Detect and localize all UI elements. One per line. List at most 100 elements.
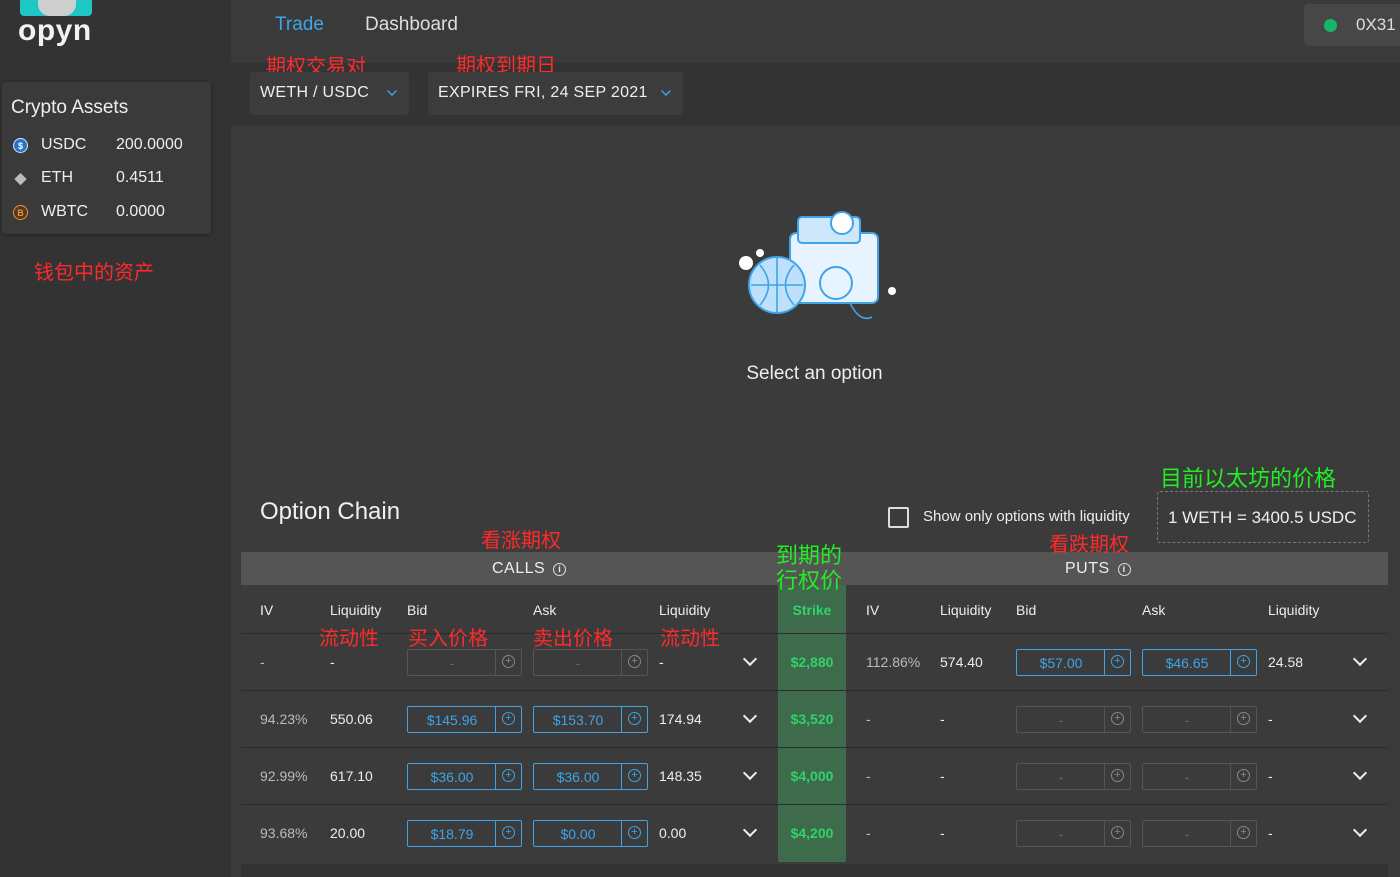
- option-row: 92.99% 617.10 $36.00 + $36.00 +148.35 $4,000- -…: [241, 747, 1388, 804]
- option-chain-title: Option Chain: [260, 498, 401, 525]
- plus-circle-icon: +: [1237, 655, 1250, 668]
- add-to-order-button[interactable]: +: [621, 707, 647, 732]
- put-ask-button-value: -: [1184, 826, 1190, 842]
- opyn-logo[interactable]: opyn: [16, 0, 96, 52]
- add-to-order-button[interactable]: +: [495, 650, 521, 675]
- add-to-order-button[interactable]: +: [621, 821, 647, 846]
- add-to-order-button[interactable]: +: [1230, 707, 1256, 732]
- nav-trade[interactable]: Trade: [275, 14, 324, 36]
- calls-label: CALLS: [492, 560, 546, 577]
- option-chain: Option Chain Show only options with liqu…: [241, 483, 1388, 864]
- call-bid-button-value: $36.00: [430, 769, 474, 785]
- add-to-order-button[interactable]: +: [1230, 764, 1256, 789]
- pair-select[interactable]: WETH / USDC: [250, 72, 409, 115]
- put-ask-button-value: -: [1184, 712, 1190, 728]
- plus-circle-icon: +: [1111, 712, 1124, 725]
- call-bid-button[interactable]: $145.96 +: [407, 706, 522, 733]
- logo-text: opyn: [18, 14, 92, 47]
- add-to-order-button[interactable]: +: [1104, 764, 1130, 789]
- select-option-message: Select an option: [746, 363, 883, 384]
- header-call-liquidity-2: Liquidity: [659, 602, 711, 618]
- call-iv: 92.99%: [260, 768, 308, 784]
- plus-circle-icon: +: [1237, 826, 1250, 839]
- plus-circle-icon: +: [628, 655, 641, 668]
- chevron-down-icon[interactable]: [1352, 708, 1368, 724]
- liquidity-filter-label[interactable]: Show only options with liquidity: [923, 508, 1130, 525]
- call-bid-button-value: -: [449, 655, 455, 671]
- wallet-address: 0X31: [1356, 15, 1396, 34]
- puts-label: PUTS: [1065, 560, 1110, 577]
- chevron-down-icon[interactable]: [742, 765, 758, 781]
- plus-circle-icon: +: [502, 826, 515, 839]
- bottom-strip: [241, 864, 1388, 877]
- put-liquidity: -: [940, 768, 945, 784]
- call-bid-button[interactable]: $36.00 +: [407, 763, 522, 790]
- header-put-ask: Ask: [1142, 602, 1166, 618]
- call-ask-button[interactable]: $0.00 +: [533, 820, 648, 847]
- call-ask-button[interactable]: - +: [533, 649, 648, 676]
- header-call-bid: Bid: [407, 602, 428, 618]
- annotation-liquidity-2: 流动性: [660, 628, 720, 650]
- header-call-ask: Ask: [533, 602, 557, 618]
- put-bid-button[interactable]: - +: [1016, 820, 1131, 847]
- header-call-iv: IV: [260, 602, 274, 618]
- strike-price: $4,000: [790, 768, 834, 784]
- info-icon[interactable]: i: [1117, 563, 1131, 576]
- wallet-button[interactable]: 0X31: [1304, 4, 1400, 46]
- eth-price-display: 1 WETH = 3400.5 USDC: [1157, 491, 1369, 543]
- expiry-select[interactable]: EXPIRES FRI, 24 SEP 2021: [428, 72, 683, 115]
- liquidity-filter-checkbox[interactable]: [888, 507, 909, 528]
- put-ask-button[interactable]: - +: [1142, 820, 1257, 847]
- call-bid-button-value: $145.96: [426, 712, 478, 728]
- put-ask-button[interactable]: - +: [1142, 706, 1257, 733]
- plus-circle-icon: +: [1237, 712, 1250, 725]
- call-liquidity: -: [330, 654, 335, 670]
- add-to-order-button[interactable]: +: [621, 650, 647, 675]
- put-bid-button[interactable]: - +: [1016, 763, 1131, 790]
- asset-amount: 0.4511: [116, 169, 164, 186]
- call-bid-button[interactable]: $18.79 +: [407, 820, 522, 847]
- header-call-liquidity: Liquidity: [330, 602, 382, 618]
- chevron-down-icon[interactable]: [1352, 822, 1368, 838]
- call-ask-button[interactable]: $153.70 +: [533, 706, 648, 733]
- put-ask-button[interactable]: - +: [1142, 763, 1257, 790]
- annotation-puts: 看跌期权: [1049, 534, 1129, 556]
- annotation-bid: 买入价格: [408, 628, 488, 650]
- nav-dashboard[interactable]: Dashboard: [365, 14, 458, 36]
- add-to-order-button[interactable]: +: [1230, 821, 1256, 846]
- put-liquidity: -: [940, 711, 945, 727]
- add-to-order-button[interactable]: +: [1230, 650, 1256, 675]
- asset-amount: 0.0000: [116, 203, 165, 220]
- info-icon[interactable]: i: [553, 563, 567, 576]
- header-strike: Strike: [792, 602, 832, 618]
- put-bid-button-value: -: [1058, 712, 1064, 728]
- chevron-down-icon[interactable]: [742, 708, 758, 724]
- call-ask-button[interactable]: $36.00 +: [533, 763, 648, 790]
- put-ask-button[interactable]: $46.65 +: [1142, 649, 1257, 676]
- chevron-down-icon[interactable]: [742, 822, 758, 838]
- put-liquidity: -: [940, 825, 945, 841]
- assets-title: Crypto Assets: [11, 97, 129, 118]
- annotation-strike: 到期的 行权价: [776, 543, 843, 593]
- add-to-order-button[interactable]: +: [495, 764, 521, 789]
- add-to-order-button[interactable]: +: [495, 707, 521, 732]
- strike-price: $4,200: [790, 825, 834, 841]
- call-bid-button[interactable]: - +: [407, 649, 522, 676]
- put-bid-button[interactable]: $57.00 +: [1016, 649, 1131, 676]
- call-ask-button-value: $153.70: [552, 712, 604, 728]
- put-bid-button[interactable]: - +: [1016, 706, 1131, 733]
- put-iv: -: [866, 825, 871, 841]
- put-liquidity-2: -: [1268, 825, 1273, 841]
- chevron-down-icon[interactable]: [1352, 651, 1368, 667]
- add-to-order-button[interactable]: +: [1104, 707, 1130, 732]
- wallet-illustration-icon: [739, 211, 896, 320]
- add-to-order-button[interactable]: +: [1104, 821, 1130, 846]
- add-to-order-button[interactable]: +: [495, 821, 521, 846]
- chevron-down-icon[interactable]: [742, 651, 758, 667]
- header-put-iv: IV: [866, 602, 880, 618]
- add-to-order-button[interactable]: +: [621, 764, 647, 789]
- chevron-down-icon[interactable]: [1352, 765, 1368, 781]
- calls-section-label: CALLS i: [492, 560, 567, 578]
- add-to-order-button[interactable]: +: [1104, 650, 1130, 675]
- puts-section-label: PUTS i: [1065, 560, 1131, 578]
